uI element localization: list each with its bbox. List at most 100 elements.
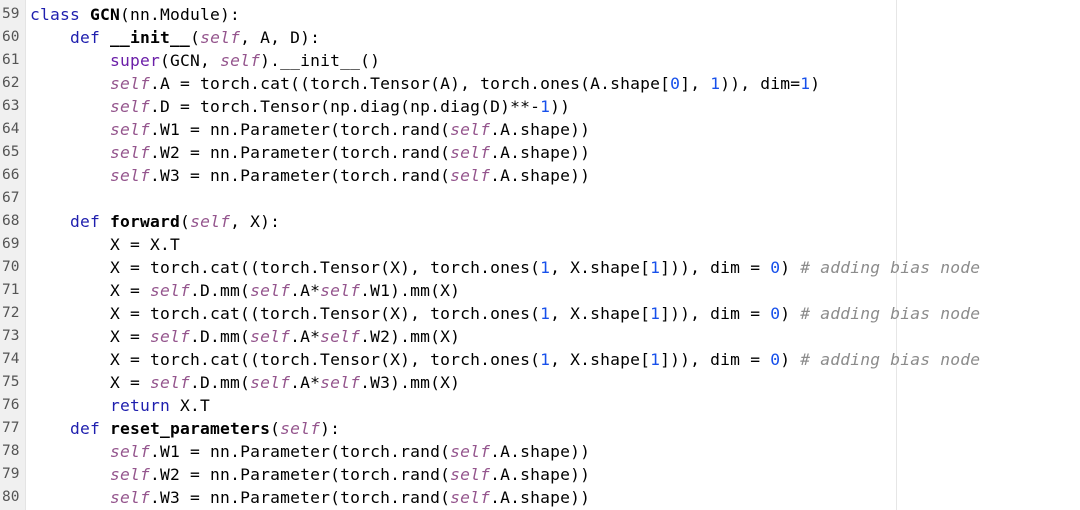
code-line[interactable]: 77 def reset_parameters(self): bbox=[0, 417, 1080, 440]
code-token: X = bbox=[30, 327, 151, 346]
code-token: X = torch.cat((torch.Tensor(X), torch.on… bbox=[30, 350, 541, 369]
code-token: .A.shape)) bbox=[490, 442, 591, 461]
code-token: self bbox=[320, 327, 361, 346]
code-line[interactable]: 79 self.W2 = nn.Parameter(torch.rand(sel… bbox=[0, 463, 1080, 486]
line-number: 71 bbox=[2, 282, 20, 298]
line-number: 77 bbox=[2, 420, 20, 436]
code-area[interactable]: 59 class GCN(nn.Module): 60 def __init__(s… bbox=[0, 3, 1080, 509]
line-text: self.W1 = nn.Parameter(torch.rand(self.A… bbox=[30, 440, 590, 463]
code-token: reset_parameters bbox=[110, 419, 271, 438]
code-token: self bbox=[320, 373, 361, 392]
code-line[interactable]: 73 X = self.D.mm(self.A*self.W2).mm(X) bbox=[0, 325, 1080, 348]
code-token: .W2 = nn.Parameter(torch.rand( bbox=[150, 143, 451, 162]
code-token: def bbox=[70, 419, 111, 438]
code-token: 0 bbox=[670, 74, 681, 93]
code-token: .W1).mm(X) bbox=[360, 281, 461, 300]
line-text: X = self.D.mm(self.A*self.W2).mm(X) bbox=[30, 325, 460, 348]
code-token: .A* bbox=[290, 327, 321, 346]
code-token: self bbox=[110, 442, 151, 461]
code-token: self bbox=[110, 166, 151, 185]
code-token: self bbox=[200, 28, 241, 47]
code-token: 0 bbox=[770, 304, 781, 323]
code-token: (nn.Module): bbox=[120, 5, 241, 24]
code-token: 1 bbox=[650, 258, 661, 277]
code-token: )), dim= bbox=[720, 74, 801, 93]
code-token: super bbox=[110, 51, 161, 70]
code-token: # adding bias node bbox=[800, 304, 981, 323]
code-token: ) bbox=[780, 350, 801, 369]
line-text: super(GCN, self).__init__() bbox=[30, 49, 380, 72]
code-token: .A.shape)) bbox=[490, 120, 591, 139]
code-token: self bbox=[450, 166, 491, 185]
code-token: def bbox=[70, 212, 111, 231]
line-number: 72 bbox=[2, 305, 20, 321]
code-line[interactable]: 68 def forward(self, X): bbox=[0, 210, 1080, 233]
code-line[interactable]: 64 self.W1 = nn.Parameter(torch.rand(sel… bbox=[0, 118, 1080, 141]
code-token: ) bbox=[810, 74, 821, 93]
line-text: self.W2 = nn.Parameter(torch.rand(self.A… bbox=[30, 141, 590, 164]
code-line[interactable]: 67 bbox=[0, 187, 1080, 210]
code-editor[interactable]: 59 class GCN(nn.Module): 60 def __init__(s… bbox=[0, 0, 1080, 510]
code-line[interactable]: 69 X = X.T bbox=[0, 233, 1080, 256]
code-token: self bbox=[110, 143, 151, 162]
line-text: def forward(self, X): bbox=[30, 210, 280, 233]
code-line[interactable]: 70 X = torch.cat((torch.Tensor(X), torch… bbox=[0, 256, 1080, 279]
code-token: , X.shape[ bbox=[550, 350, 651, 369]
code-token: self bbox=[190, 212, 231, 231]
code-token: return bbox=[110, 396, 181, 415]
code-token: self bbox=[110, 488, 151, 507]
line-text: self.W3 = nn.Parameter(torch.rand(self.A… bbox=[30, 164, 590, 187]
code-token: 0 bbox=[770, 258, 781, 277]
code-token: 1 bbox=[650, 304, 661, 323]
code-line[interactable]: 72 X = torch.cat((torch.Tensor(X), torch… bbox=[0, 302, 1080, 325]
code-line[interactable]: 66 self.W3 = nn.Parameter(torch.rand(sel… bbox=[0, 164, 1080, 187]
code-token: ])), dim = bbox=[660, 258, 771, 277]
code-token: ], bbox=[680, 74, 711, 93]
code-line[interactable]: 63 self.D = torch.Tensor(np.diag(np.diag… bbox=[0, 95, 1080, 118]
code-line[interactable]: 78 self.W1 = nn.Parameter(torch.rand(sel… bbox=[0, 440, 1080, 463]
code-token: .A.shape)) bbox=[490, 166, 591, 185]
code-token: class bbox=[30, 5, 91, 24]
code-token: 1 bbox=[540, 97, 551, 116]
line-number: 68 bbox=[2, 213, 20, 229]
code-line[interactable]: 62 self.A = torch.cat((torch.Tensor(A), … bbox=[0, 72, 1080, 95]
line-number: 70 bbox=[2, 259, 20, 275]
line-number: 61 bbox=[2, 52, 20, 68]
code-token: ).__init__() bbox=[260, 51, 381, 70]
code-token: .A.shape)) bbox=[490, 488, 591, 507]
code-token: .A* bbox=[290, 281, 321, 300]
code-line[interactable]: 76 return X.T bbox=[0, 394, 1080, 417]
code-token: self bbox=[110, 120, 151, 139]
code-line[interactable]: 61 super(GCN, self).__init__() bbox=[0, 49, 1080, 72]
code-token: .W1 = nn.Parameter(torch.rand( bbox=[150, 120, 451, 139]
line-number: 79 bbox=[2, 466, 20, 482]
code-line[interactable]: 59 class GCN(nn.Module): bbox=[0, 3, 1080, 26]
line-text: def reset_parameters(self): bbox=[30, 417, 340, 440]
code-token: , X.shape[ bbox=[550, 258, 651, 277]
code-line[interactable]: 80 self.W3 = nn.Parameter(torch.rand(sel… bbox=[0, 486, 1080, 509]
code-token: def bbox=[70, 28, 111, 47]
code-line[interactable]: 71 X = self.D.mm(self.A*self.W1).mm(X) bbox=[0, 279, 1080, 302]
code-token: self bbox=[450, 442, 491, 461]
code-token: self bbox=[450, 465, 491, 484]
code-token: 1 bbox=[650, 350, 661, 369]
code-token: ( bbox=[180, 212, 191, 231]
code-line[interactable]: 60 def __init__(self, A, D): bbox=[0, 26, 1080, 49]
code-line[interactable]: 65 self.W2 = nn.Parameter(torch.rand(sel… bbox=[0, 141, 1080, 164]
code-line[interactable]: 75 X = self.D.mm(self.A*self.W3).mm(X) bbox=[0, 371, 1080, 394]
code-line[interactable]: 74 X = torch.cat((torch.Tensor(X), torch… bbox=[0, 348, 1080, 371]
code-token: forward bbox=[110, 212, 181, 231]
code-token: ): bbox=[320, 419, 341, 438]
code-token: GCN bbox=[90, 5, 121, 24]
line-text: X = self.D.mm(self.A*self.W1).mm(X) bbox=[30, 279, 460, 302]
line-text: X = self.D.mm(self.A*self.W3).mm(X) bbox=[30, 371, 460, 394]
code-token: (GCN, bbox=[160, 51, 221, 70]
line-text: self.W2 = nn.Parameter(torch.rand(self.A… bbox=[30, 463, 590, 486]
